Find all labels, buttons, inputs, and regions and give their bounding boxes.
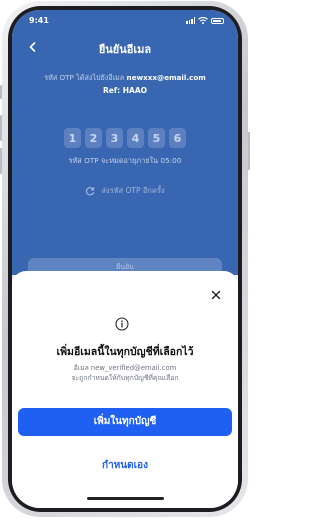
sheet-description-line: อีเมล new_verified@email.com [73, 364, 177, 372]
page-title: ยืนยันอีเมล [98, 43, 152, 56]
resend-otp-label: ส่งรหัส OTP อีกครั้ง [101, 186, 165, 195]
phone-frame: 9:41 ยืนยันอีเมล รหัส OTP ได้ส่งไปยังอีเ [2, 1, 248, 517]
otp-digit[interactable]: 6 [169, 128, 186, 148]
otp-sent-message: รหัส OTP ได้ส่งไปยังอีเมล newxxx@email.c… [12, 73, 238, 84]
otp-digit[interactable]: 5 [148, 128, 165, 148]
otp-digit[interactable]: 4 [127, 128, 144, 148]
masked-email: newxxx@email.com [126, 73, 206, 82]
nav-bar: ยืนยันอีเมล [12, 38, 238, 58]
close-icon[interactable] [211, 290, 221, 300]
sheet-title: เพิ่มอีเมลนี้ในทุกบัญชีที่เลือกไว้ [56, 346, 194, 358]
sheet-description: อีเมล new_verified@email.com จะถูกกำหนดใ… [12, 364, 238, 383]
otp-input-group[interactable]: 1 2 3 4 5 6 [12, 128, 238, 148]
sheet-description-line: จะถูกกำหนดให้กับทุกบัญชีที่คุณเลือก [71, 373, 179, 382]
refresh-icon [86, 187, 95, 196]
otp-digit[interactable]: 1 [64, 128, 81, 148]
otp-digit[interactable]: 3 [106, 128, 123, 148]
customize-button[interactable]: กำหนดเอง [12, 458, 238, 473]
status-time: 9:41 [29, 16, 49, 25]
phone-screen: 9:41 ยืนยันอีเมล รหัส OTP ได้ส่งไปยังอีเ [12, 10, 238, 508]
add-to-all-accounts-button[interactable]: เพิ่มในทุกบัญชี [18, 408, 232, 436]
wifi-icon [198, 17, 208, 24]
home-indicator [87, 497, 164, 500]
signal-icon [186, 17, 195, 24]
otp-expiry: รหัส OTP จะหมดอายุภายใน 05:00 [68, 156, 182, 165]
otp-ref: Ref: HAAO [103, 86, 147, 95]
status-bar: 9:41 [12, 10, 238, 34]
otp-sent-text: รหัส OTP ได้ส่งไปยังอีเมล [44, 73, 125, 82]
info-icon [115, 317, 129, 331]
otp-digit[interactable]: 2 [85, 128, 102, 148]
resend-otp-button[interactable]: ส่งรหัส OTP อีกครั้ง [12, 185, 238, 197]
bottom-sheet: เพิ่มอีเมลนี้ในทุกบัญชีที่เลือกไว้ อีเมล… [12, 271, 238, 508]
status-icons [186, 17, 224, 24]
battery-icon [211, 18, 224, 24]
